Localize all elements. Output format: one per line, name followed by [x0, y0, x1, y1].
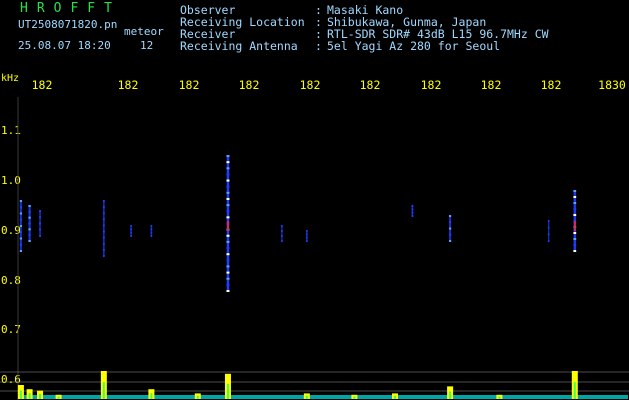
observation-datetime: 25.08.07 18:20: [18, 39, 111, 52]
level-bar-core: [150, 393, 153, 399]
level-bar-core: [353, 396, 356, 399]
meteor-echo: [547, 220, 550, 242]
meteor-count: 12: [140, 39, 154, 52]
meteor-echo: [130, 225, 132, 237]
meteor-echo: [573, 190, 577, 252]
meteor-echo: [19, 200, 22, 252]
hrofft-display: HROFFT UT2508071820.pn meteor 25.08.07 1…: [0, 0, 629, 400]
x-tick-label: 182: [31, 78, 53, 92]
level-bar-core: [573, 382, 576, 399]
x-tick-label: 182: [117, 78, 139, 92]
x-tick-label: 182: [299, 78, 321, 92]
meteor-echo: [306, 230, 308, 242]
x-tick-label: 1830: [598, 78, 626, 92]
meteor-echo: [226, 155, 230, 292]
antenna-value: 5el Yagi Az 280 for Seoul: [327, 39, 501, 53]
level-bar-core: [394, 395, 396, 399]
app-logo: HROFFT: [20, 1, 121, 16]
detection-type-label: meteor: [124, 25, 164, 38]
meteor-echo: [281, 225, 283, 242]
file-name: UT2508071820.pn: [18, 18, 118, 31]
level-bar-core: [196, 395, 199, 399]
level-bar-core: [226, 383, 229, 399]
x-tick-label: 182: [540, 78, 562, 92]
meteor-echo: [449, 215, 452, 242]
level-bar-core: [57, 396, 60, 399]
x-tick-label: 182: [480, 78, 502, 92]
level-baseline: [18, 395, 628, 399]
y-axis-label: kHz: [1, 73, 20, 84]
level-bar-core: [39, 393, 42, 399]
meteor-echo: [39, 210, 41, 237]
meteor-echo: [150, 225, 153, 237]
meteor-echo: [102, 200, 105, 257]
level-bar-core: [102, 382, 105, 399]
level-bar-core: [498, 396, 501, 399]
meteor-echo: [28, 205, 31, 242]
meteor-echo: [411, 205, 414, 217]
level-bar-core: [19, 390, 22, 399]
level-bar-core: [305, 395, 308, 399]
level-bar-core: [449, 391, 452, 399]
spectrogram-plot: [0, 97, 629, 400]
x-tick-label: 182: [420, 78, 442, 92]
info-separator: :: [315, 39, 322, 53]
x-tick-label: 182: [178, 78, 200, 92]
level-bar-core: [28, 393, 31, 399]
x-tick-label: 182: [359, 78, 381, 92]
x-tick-label: 182: [238, 78, 260, 92]
antenna-label: Receiving Antenna: [180, 39, 298, 53]
